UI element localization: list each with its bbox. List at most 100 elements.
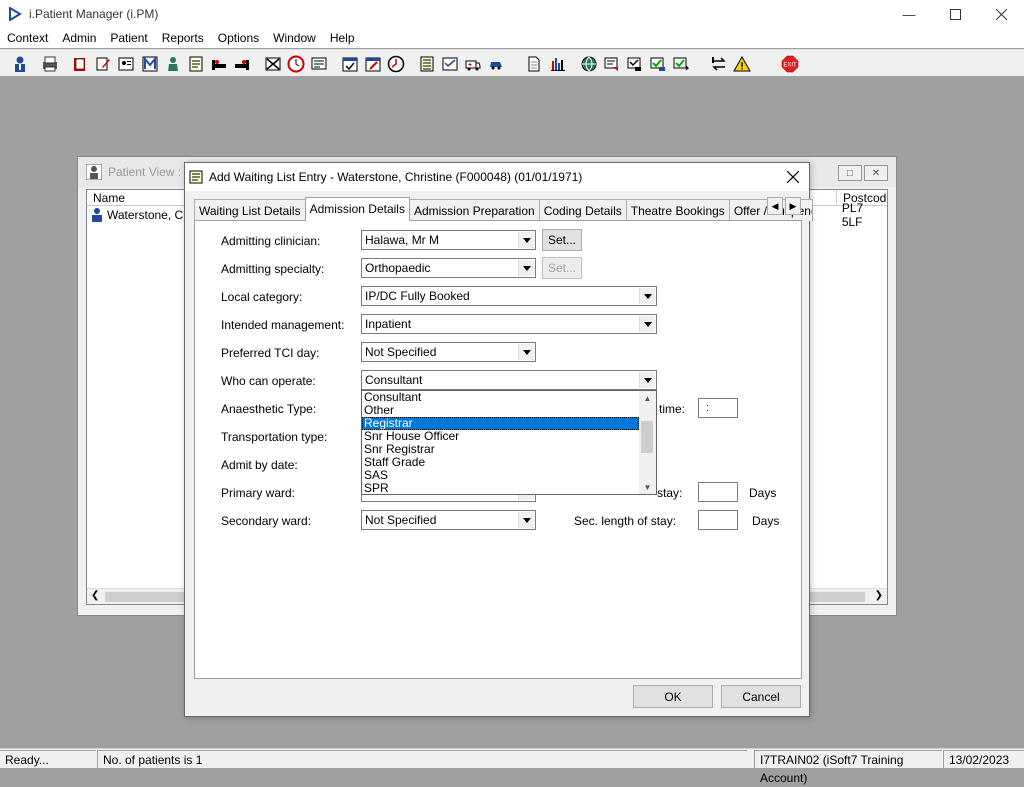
local-category-label: Local category: — [221, 290, 303, 304]
length-of-stay-input[interactable] — [698, 482, 738, 502]
patient-view-title: Patient View : — [108, 165, 182, 179]
admitting-specialty-label: Admitting specialty: — [221, 262, 325, 276]
dialog-title: Add Waiting List Entry - Waterstone, Chr… — [209, 170, 583, 184]
menu-reports[interactable]: Reports — [155, 28, 211, 48]
tab-theatre-bookings[interactable]: Theatre Bookings — [625, 199, 730, 221]
who-can-operate-value: Consultant — [365, 373, 423, 387]
intended-management-select[interactable]: Inpatient — [361, 314, 657, 334]
chevron-up-icon[interactable]: ▲ — [639, 391, 656, 405]
user-icon[interactable] — [10, 54, 30, 74]
minimize-icon: — — [902, 6, 916, 22]
calendar-edit-icon[interactable] — [363, 54, 383, 74]
sec-length-of-stay-label: Sec. length of stay: — [574, 514, 677, 528]
notes-icon[interactable] — [186, 54, 206, 74]
clock-alt-icon[interactable] — [386, 54, 406, 74]
ambulance-icon[interactable] — [463, 54, 483, 74]
menu-bar: Context Admin Patient Reports Options Wi… — [0, 28, 1024, 48]
id-card-icon[interactable] — [116, 54, 136, 74]
secondary-ward-select[interactable]: Not Specified — [361, 510, 536, 530]
menu-options[interactable]: Options — [211, 28, 266, 48]
dropdown-scroll-thumb[interactable] — [641, 421, 653, 453]
patient-view-close-button[interactable]: ✕ — [864, 165, 888, 181]
no-entry-icon[interactable] — [263, 54, 283, 74]
close-icon — [995, 8, 1007, 20]
menu-admin[interactable]: Admin — [55, 28, 103, 48]
ok-button[interactable]: OK — [633, 685, 713, 708]
bed-alt-icon[interactable] — [232, 54, 252, 74]
cancel-button[interactable]: Cancel — [721, 685, 801, 708]
letter-m-icon[interactable] — [140, 54, 160, 74]
flag-check-icon[interactable] — [625, 54, 645, 74]
patient-row-postcode: PL7 5LF — [841, 201, 864, 229]
maximize-icon — [949, 8, 961, 20]
intended-management-value: Inpatient — [365, 317, 412, 331]
bar-chart-icon[interactable] — [548, 54, 568, 74]
patient-icon — [86, 164, 102, 180]
exit-icon[interactable]: EXIT — [780, 54, 800, 74]
local-category-select[interactable]: IP/DC Fully Booked — [361, 286, 657, 306]
time-label: time: — [659, 402, 686, 416]
dropdown-option-sas[interactable]: SAS — [362, 469, 639, 482]
dropdown-scrollbar[interactable]: ▲ ▼ — [639, 391, 656, 494]
dropdown-option-spr[interactable]: SPR — [362, 482, 639, 495]
who-can-operate-dropdown-list: Consultant Other Registrar Snr House Off… — [361, 390, 657, 495]
time-input[interactable]: : — [698, 398, 738, 418]
admitting-clinician-select[interactable]: Halawa, Mr M — [361, 230, 536, 250]
set-clinician-button[interactable]: Set... — [542, 229, 582, 251]
tab-scroll-left-button[interactable]: ◀ — [767, 197, 783, 215]
admitting-specialty-value: Orthopaedic — [365, 261, 431, 275]
flag-green-icon[interactable] — [648, 54, 668, 74]
menu-window[interactable]: Window — [266, 28, 323, 48]
tick-list-icon[interactable] — [440, 54, 460, 74]
tab-admission-details[interactable]: Admission Details — [304, 197, 410, 221]
secondary-ward-value: Not Specified — [365, 513, 437, 527]
menu-help[interactable]: Help — [323, 28, 362, 48]
page-icon[interactable] — [524, 54, 544, 74]
book-icon[interactable] — [70, 54, 90, 74]
tab-scroll-right-button[interactable]: ▶ — [785, 197, 801, 215]
dropdown-option-consultant[interactable]: Consultant — [362, 391, 639, 404]
maximize-button[interactable] — [932, 0, 978, 28]
preferred-tci-day-select[interactable]: Not Specified — [361, 342, 536, 362]
patient-view-restore-button[interactable]: □ — [838, 165, 862, 181]
calendar-check-icon[interactable] — [340, 54, 360, 74]
restore-icon: □ — [846, 167, 854, 179]
local-category-value: IP/DC Fully Booked — [365, 289, 470, 303]
status-ready: Ready... — [0, 750, 96, 768]
app-title: i.Patient Manager (i.PM) — [29, 7, 159, 21]
edit-doc-icon[interactable] — [93, 54, 113, 74]
status-date: 13/02/2023 — [943, 750, 1024, 768]
scroll-right-icon: ❯ — [874, 590, 883, 601]
warning-icon[interactable] — [732, 54, 752, 74]
preferred-tci-day-label: Preferred TCI day: — [221, 346, 320, 360]
menu-patient[interactable]: Patient — [103, 28, 154, 48]
admitting-specialty-select[interactable]: Orthopaedic — [361, 258, 536, 278]
person-icon[interactable] — [163, 54, 183, 74]
sec-length-of-stay-input[interactable] — [698, 510, 738, 530]
clock-icon[interactable] — [286, 54, 306, 74]
flag-icon[interactable] — [602, 54, 622, 74]
monitor-icon[interactable] — [309, 54, 329, 74]
bed-icon[interactable] — [209, 54, 229, 74]
tab-coding-details[interactable]: Coding Details — [538, 199, 627, 221]
minimize-button[interactable]: — — [886, 0, 932, 28]
menu-context[interactable]: Context — [0, 28, 55, 48]
dialog-close-button[interactable] — [783, 167, 803, 187]
list-icon[interactable] — [417, 54, 437, 74]
close-icon: ✕ — [871, 167, 881, 179]
print-icon[interactable] — [40, 54, 60, 74]
tab-waiting-list-details[interactable]: Waiting List Details — [194, 199, 306, 221]
dropdown-option-staff-grade[interactable]: Staff Grade — [362, 456, 639, 469]
who-can-operate-label: Who can operate: — [221, 374, 316, 388]
swap-icon[interactable] — [709, 54, 729, 74]
tab-admission-preparation[interactable]: Admission Preparation — [408, 199, 540, 221]
who-can-operate-select[interactable]: Consultant — [361, 370, 657, 390]
close-window-button[interactable] — [978, 0, 1024, 28]
globe-icon[interactable] — [579, 54, 599, 74]
chevron-down-icon[interactable]: ▼ — [639, 480, 656, 494]
transportation-type-label: Transportation type: — [221, 430, 328, 444]
car-icon[interactable] — [486, 54, 506, 74]
flag-forward-icon[interactable] — [671, 54, 691, 74]
status-bar: Ready... No. of patients is 1 I7TRAIN02 … — [0, 748, 1024, 785]
length-of-stay-unit: Days — [749, 486, 777, 500]
